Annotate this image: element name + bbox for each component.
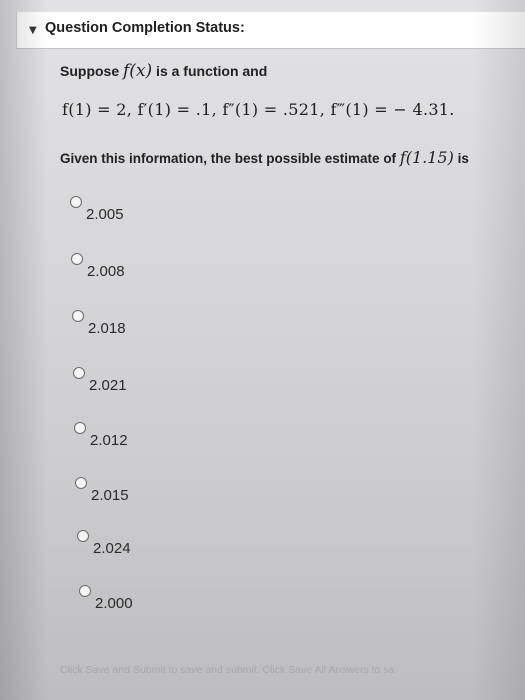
option-label: 2.000 — [95, 595, 133, 612]
option-label: 2.005 — [86, 206, 124, 223]
question-completion-header[interactable]: ▼ Question Completion Status: — [16, 12, 525, 49]
question-prompt: Given this information, the best possibl… — [60, 148, 469, 167]
radio-button[interactable] — [71, 253, 83, 265]
chevron-down-icon[interactable]: ▼ — [29, 25, 37, 36]
given-values-equation: f(1) = 2, f′(1) = .1, f″(1) = .521, f‴(1… — [62, 100, 455, 119]
radio-button[interactable] — [74, 422, 86, 434]
radio-button[interactable] — [73, 367, 85, 379]
option-label: 2.008 — [87, 263, 125, 280]
radio-button[interactable] — [75, 477, 87, 489]
intro-prefix: Suppose — [60, 63, 124, 79]
radio-button[interactable] — [72, 310, 84, 322]
radio-button[interactable] — [77, 530, 89, 542]
option-label: 2.024 — [93, 540, 131, 557]
question-intro: Suppose f(x) is a function and — [60, 61, 267, 81]
option-label: 2.018 — [88, 320, 126, 337]
header-title: Question Completion Status: — [45, 20, 245, 36]
given-suffix: is — [453, 151, 469, 166]
option-label: 2.015 — [91, 487, 129, 504]
option-label: 2.012 — [90, 432, 128, 449]
radio-button[interactable] — [79, 585, 91, 597]
screen: ▼ Question Completion Status: Suppose f(… — [0, 0, 525, 700]
given-function: f(1.15) — [399, 148, 454, 167]
footer-instructions: Click Save and Submit to save and submit… — [60, 664, 395, 676]
radio-button[interactable] — [70, 196, 82, 208]
given-prefix: Given this information, the best possibl… — [60, 151, 400, 166]
option-label: 2.021 — [89, 377, 127, 394]
intro-suffix: is a function and — [152, 63, 268, 79]
intro-function: f(x) — [123, 61, 153, 81]
